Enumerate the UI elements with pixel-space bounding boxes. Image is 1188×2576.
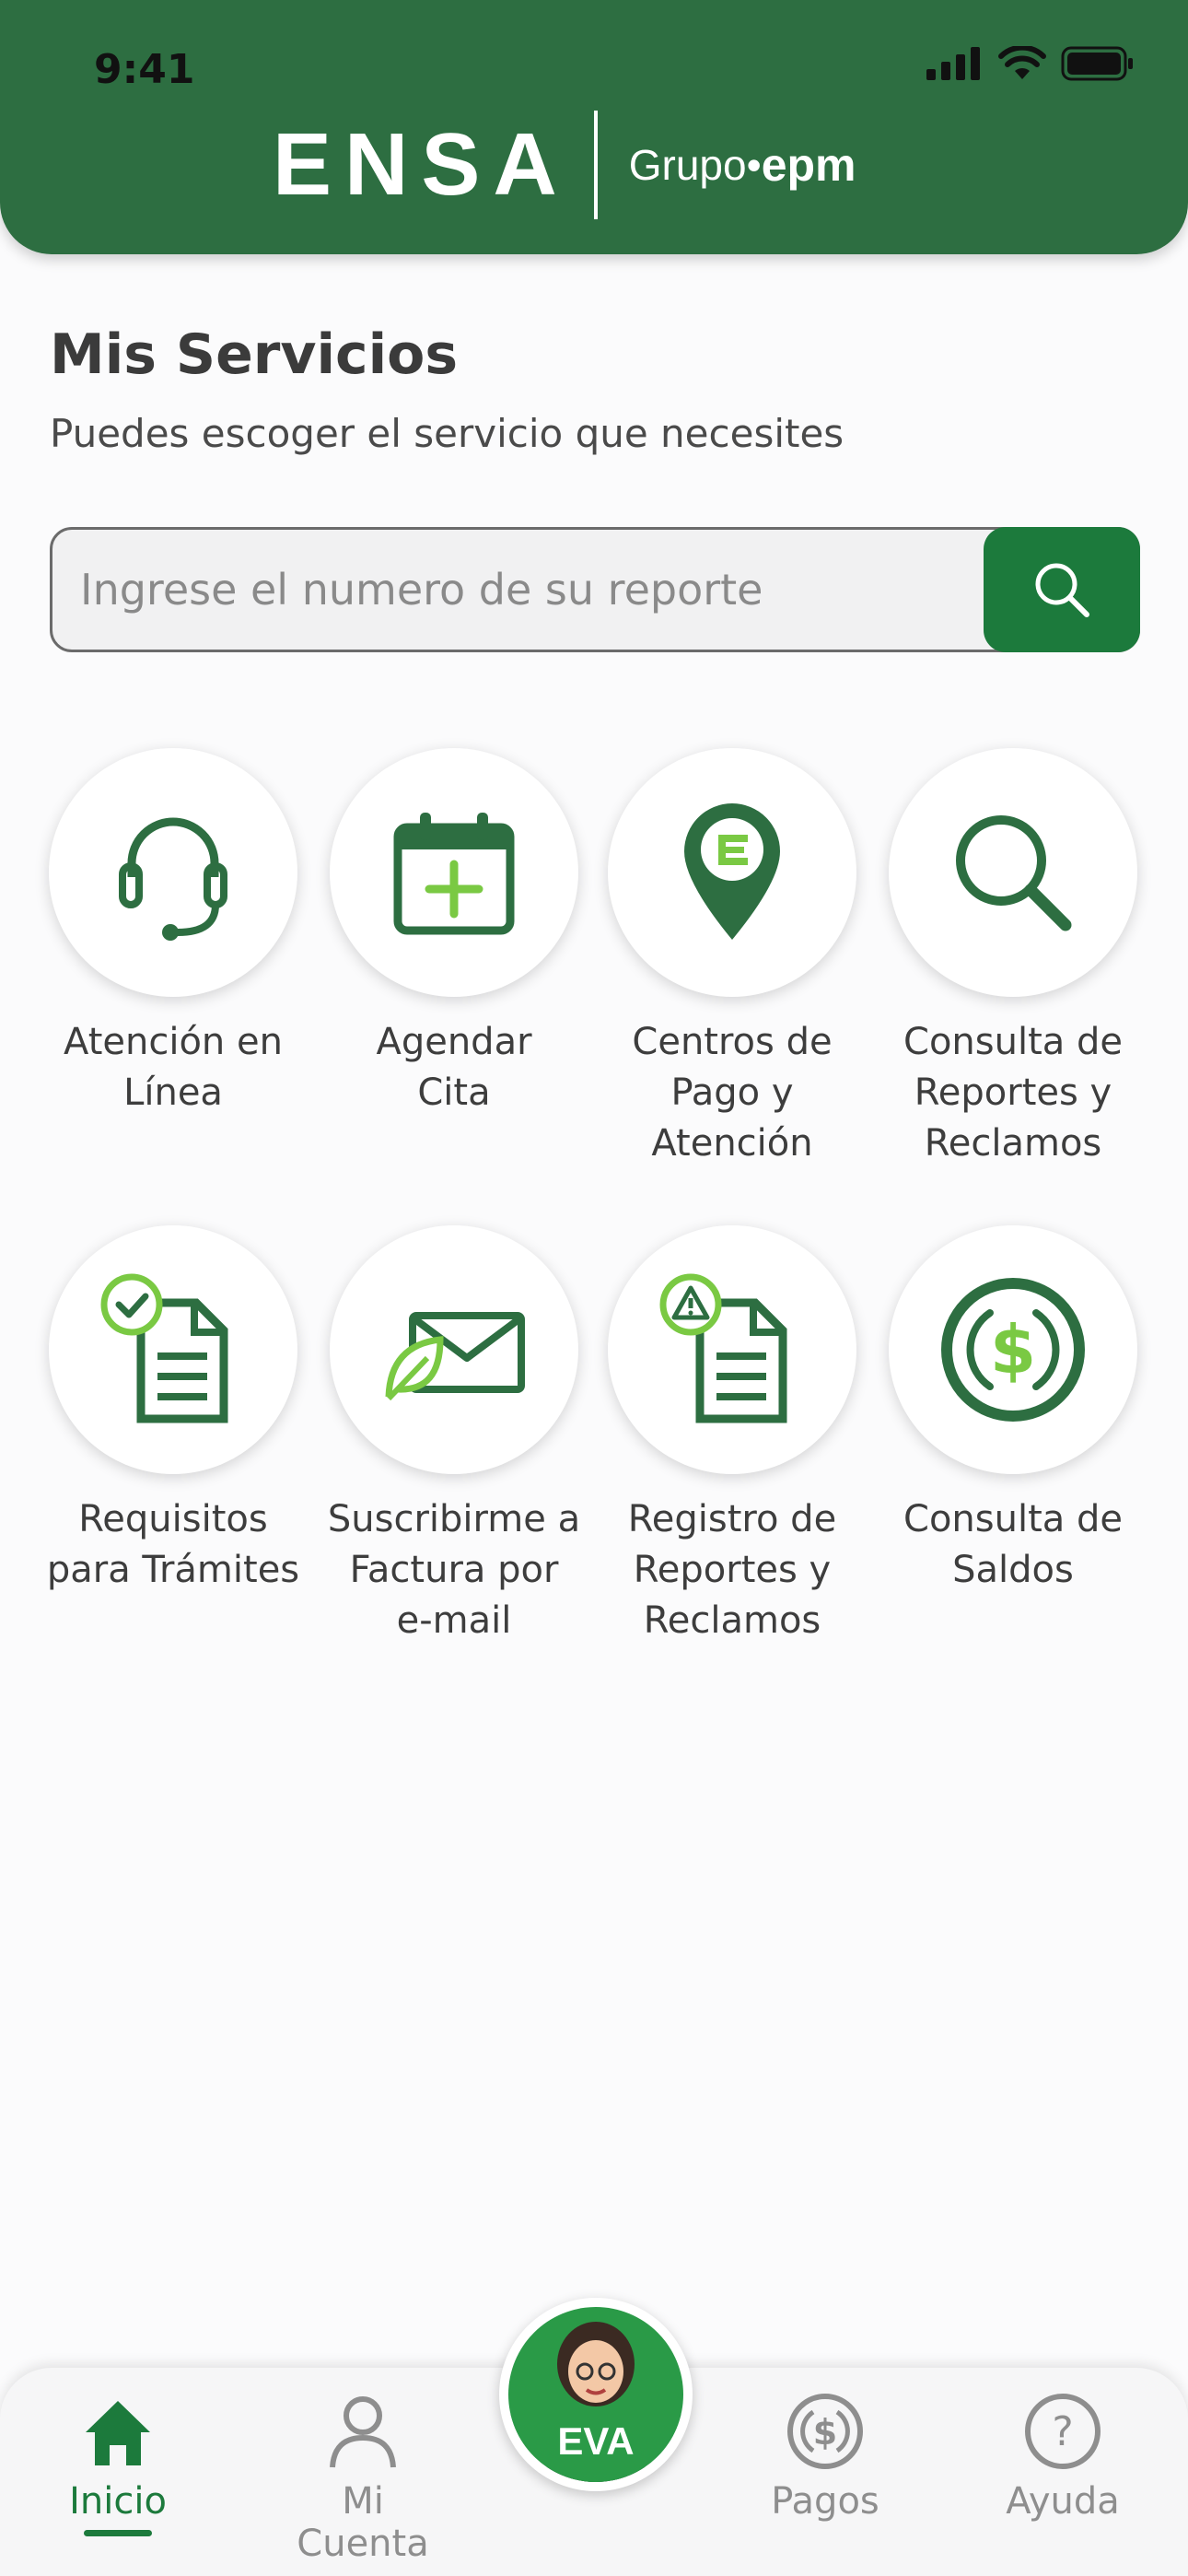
envelope-leaf-icon xyxy=(385,1312,525,1401)
eva-avatar: EVA xyxy=(508,2307,683,2482)
service-atencion-en-linea[interactable]: Atención en Línea xyxy=(35,748,311,1118)
service-label: Registro de Reportes y Reclamos xyxy=(627,1498,837,1642)
service-factura-email[interactable]: Suscribirme a Factura por e-mail xyxy=(316,1225,592,1646)
eva-assistant-button[interactable]: EVA xyxy=(499,2298,693,2491)
svg-text:$: $ xyxy=(990,1311,1036,1388)
calendar-add-icon xyxy=(393,813,515,935)
grupo-text: Grupo xyxy=(628,141,747,189)
service-icon-circle: $ xyxy=(889,1225,1137,1474)
page-title: Mis Servicios xyxy=(50,322,459,387)
document-warning-icon xyxy=(659,1273,787,1423)
service-label: Requisitos para Trámites xyxy=(46,1498,300,1591)
service-consulta-saldos[interactable]: $ Consulta de Saldos xyxy=(875,1225,1151,1596)
user-icon xyxy=(330,2396,396,2468)
page-subtitle: Puedes escoger el servicio que necesites xyxy=(50,411,844,456)
wifi-icon xyxy=(998,46,1046,79)
service-label: Consulta de Reportes y Reclamos xyxy=(903,1021,1123,1165)
app-header: 9:41 ENSA Grupo • epm xyxy=(0,0,1188,254)
magnifier-icon xyxy=(956,815,1072,931)
eva-label: EVA xyxy=(557,2419,635,2463)
tab-inicio[interactable]: Inicio xyxy=(26,2392,210,2536)
service-requisitos-tramites[interactable]: Requisitos para Trámites xyxy=(35,1225,311,1596)
tab-ayuda[interactable]: ? Ayuda xyxy=(971,2392,1155,2523)
service-registro-reportes[interactable]: Registro de Reportes y Reclamos xyxy=(594,1225,870,1646)
service-icon-circle xyxy=(330,1225,578,1474)
ensa-logo-text: ENSA xyxy=(273,115,570,214)
dollar-coin-icon: $ xyxy=(941,1278,1085,1422)
service-label: Agendar Cita xyxy=(376,1021,532,1114)
document-check-icon xyxy=(100,1273,228,1423)
status-icons xyxy=(926,46,1135,81)
service-icon-circle xyxy=(608,1225,856,1474)
service-icon-circle xyxy=(49,1225,297,1474)
location-pin-icon xyxy=(684,803,780,940)
tab-label: Inicio xyxy=(69,2480,167,2523)
report-search-bar xyxy=(50,527,1140,652)
service-label: Centros de Pago y Atención xyxy=(632,1021,833,1165)
grupo-dot: • xyxy=(746,141,762,189)
tab-mi-cuenta[interactable]: Mi Cuenta xyxy=(271,2392,455,2565)
home-icon xyxy=(86,2401,150,2465)
tab-label: Pagos xyxy=(771,2480,879,2523)
service-label: Suscribirme a Factura por e-mail xyxy=(327,1498,581,1642)
service-agendar-cita[interactable]: Agendar Cita xyxy=(316,748,592,1118)
search-icon xyxy=(1035,563,1089,617)
status-time: 9:41 xyxy=(94,46,195,93)
report-search-input[interactable] xyxy=(80,530,1001,650)
active-tab-indicator xyxy=(84,2530,152,2536)
brand-logo: ENSA Grupo • epm xyxy=(273,111,856,219)
service-label: Atención en Línea xyxy=(64,1021,283,1114)
service-consulta-reportes[interactable]: Consulta de Reportes y Reclamos xyxy=(875,748,1151,1169)
payments-coin-icon: $ xyxy=(787,2394,863,2469)
tab-pagos[interactable]: $ Pagos xyxy=(733,2392,917,2523)
epm-logo-text: epm xyxy=(761,139,856,191)
search-button[interactable] xyxy=(984,527,1140,652)
brand-divider xyxy=(593,111,598,219)
battery-icon xyxy=(1061,46,1133,81)
service-centros-de-pago[interactable]: Centros de Pago y Atención xyxy=(594,748,870,1169)
service-icon-circle xyxy=(49,748,297,997)
service-label: Consulta de Saldos xyxy=(903,1498,1123,1591)
cellular-signal-icon xyxy=(926,47,980,80)
headset-icon xyxy=(119,817,227,941)
tab-label: Ayuda xyxy=(1006,2480,1120,2523)
service-icon-circle xyxy=(608,748,856,997)
service-icon-circle xyxy=(889,748,1137,997)
help-icon: ? xyxy=(1025,2394,1101,2469)
service-icon-circle xyxy=(330,748,578,997)
svg-text:$: $ xyxy=(813,2412,837,2453)
tab-label: Mi Cuenta xyxy=(297,2480,429,2565)
svg-text:?: ? xyxy=(1052,2408,1073,2455)
